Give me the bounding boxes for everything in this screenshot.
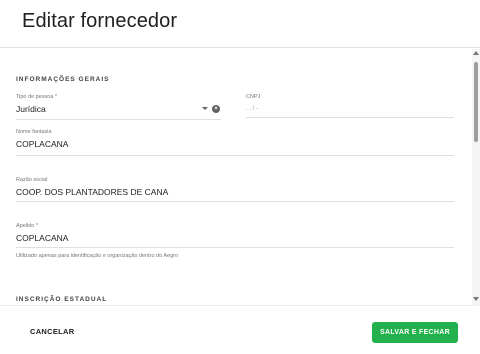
clear-icon[interactable]: × <box>212 105 220 113</box>
nickname-label: Apelido * <box>16 223 39 229</box>
person-type-value: Jurídica <box>16 104 46 114</box>
dialog-title: Editar fornecedor <box>22 10 178 32</box>
company-name-value: COOP. DOS PLANTADORES DE CANA <box>16 187 169 197</box>
form-content: INFORMAÇÕES GERAIS Tipo de pessoa * Jurí… <box>0 49 472 305</box>
trade-name-field[interactable]: Nome fantasia COPLACANA <box>16 129 454 156</box>
nickname-underline <box>16 247 454 248</box>
dialog-footer: CANCELAR SALVAR E FECHAR <box>0 305 480 354</box>
person-type-select[interactable]: Tipo de pessoa * Jurídica × <box>16 94 221 120</box>
dialog-header: Editar fornecedor <box>0 0 480 48</box>
scroll-down-icon[interactable] <box>473 297 479 301</box>
trade-name-label: Nome fantasia <box>16 129 52 135</box>
nickname-field[interactable]: Apelido * COPLACANA <box>16 223 454 248</box>
save-and-close-button[interactable]: SALVAR E FECHAR <box>372 322 458 343</box>
section-title-general: INFORMAÇÕES GERAIS <box>16 76 110 83</box>
cnpj-field[interactable]: CNPJ . . / - <box>246 94 454 118</box>
cancel-button[interactable]: CANCELAR <box>22 322 82 340</box>
nickname-hint: Utilizado apenas para identificação e or… <box>16 253 179 259</box>
trade-name-underline <box>16 155 454 156</box>
nickname-value: COPLACANA <box>16 233 69 243</box>
person-type-label: Tipo de pessoa * <box>16 94 58 100</box>
section-title-state-registration: INSCRIÇÃO ESTADUAL <box>16 296 108 303</box>
chevron-down-icon[interactable] <box>202 107 208 110</box>
company-name-label: Razão social <box>16 177 48 183</box>
cnpj-label: CNPJ <box>246 94 261 100</box>
cnpj-underline <box>246 117 454 118</box>
trade-name-value: COPLACANA <box>16 139 69 149</box>
scrollbar-thumb[interactable] <box>474 62 478 142</box>
person-type-underline <box>16 119 221 120</box>
scroll-up-icon[interactable] <box>473 51 479 55</box>
company-name-underline <box>16 201 454 202</box>
company-name-field[interactable]: Razão social COOP. DOS PLANTADORES DE CA… <box>16 177 454 202</box>
